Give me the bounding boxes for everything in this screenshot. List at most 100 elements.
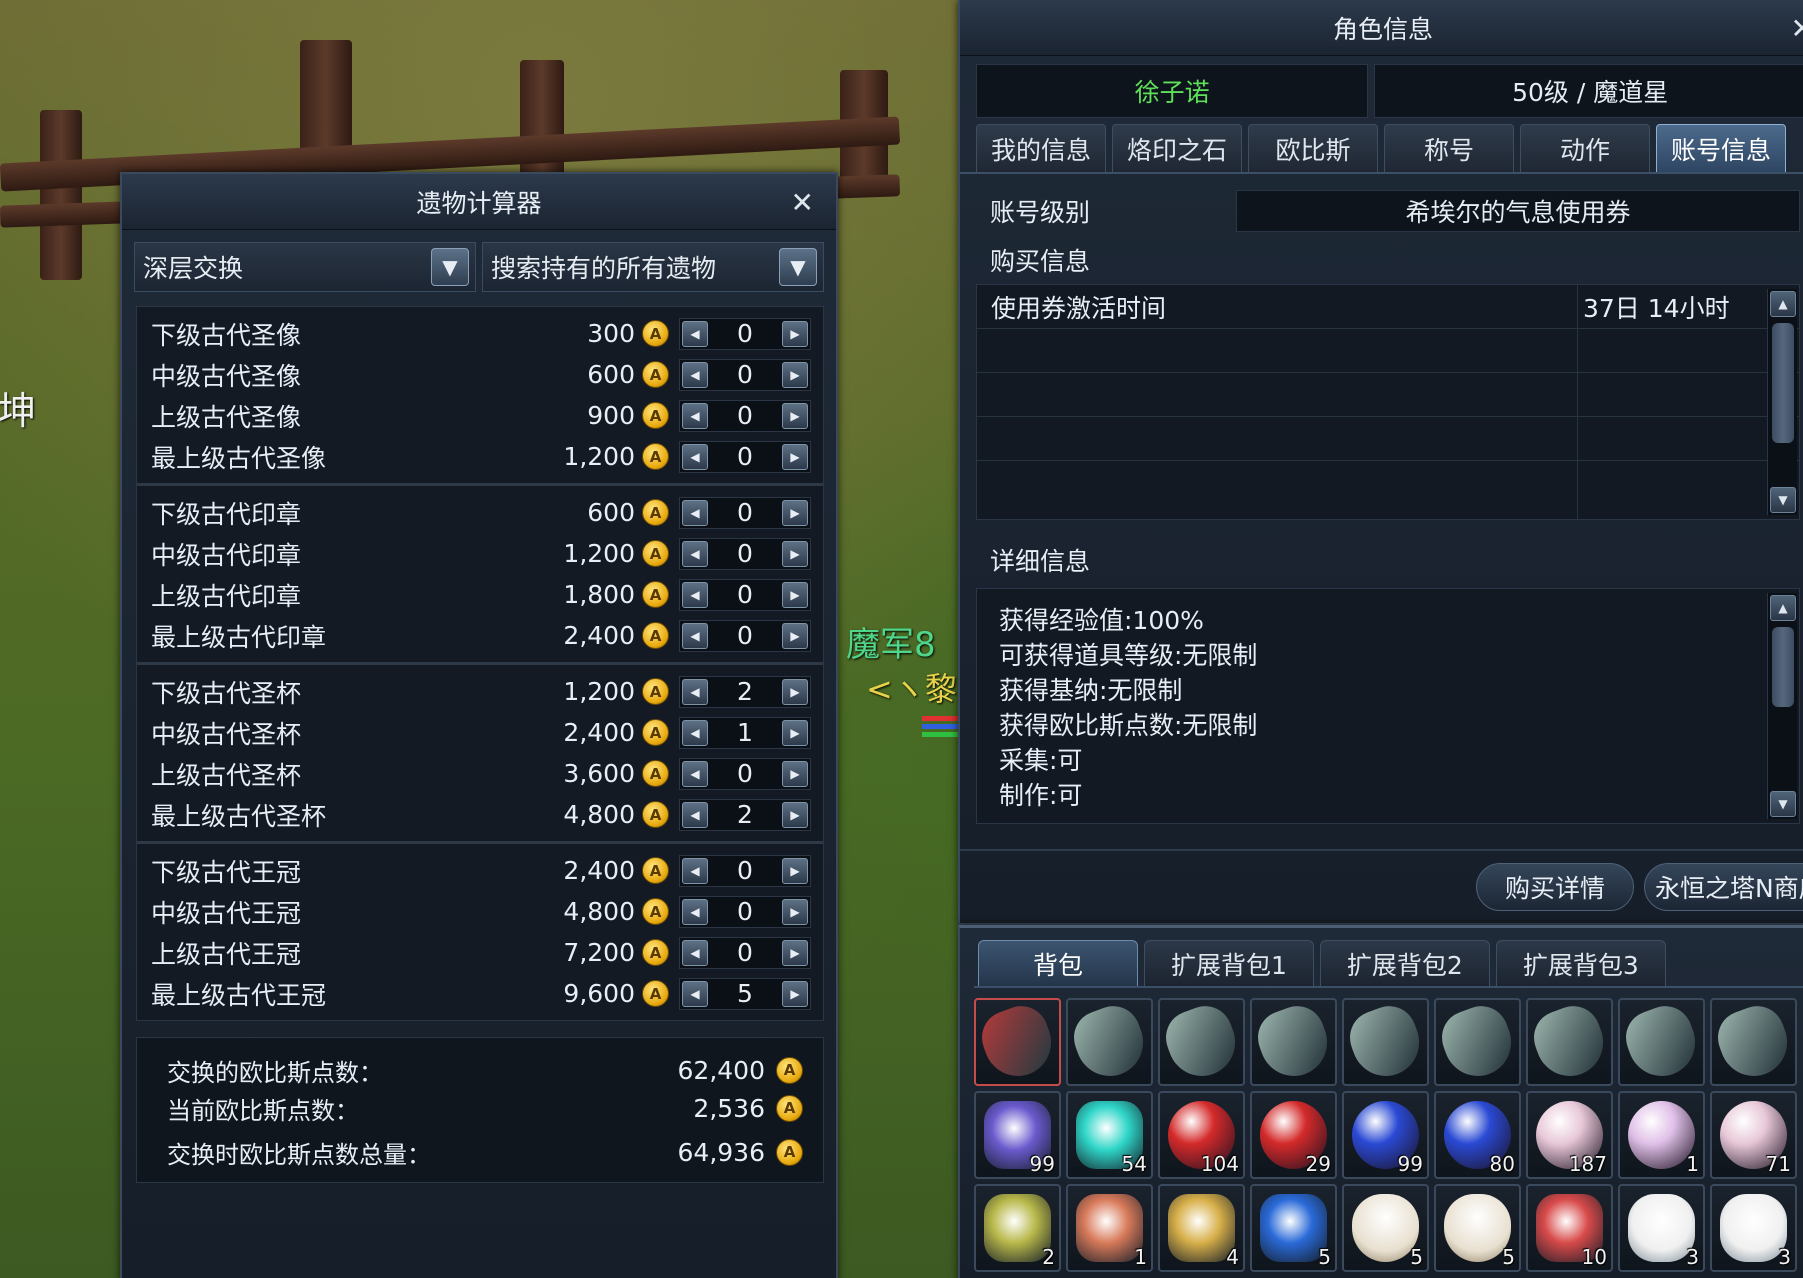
- arrow-left-icon[interactable]: ◀: [682, 540, 708, 567]
- arrow-right-icon[interactable]: ▶: [782, 678, 808, 705]
- inventory-slot[interactable]: 2: [974, 1184, 1061, 1272]
- tab-我的信息[interactable]: 我的信息: [976, 124, 1106, 172]
- polar-bear-icon[interactable]: [1720, 1194, 1787, 1262]
- chevron-down-icon[interactable]: ▼: [779, 248, 817, 286]
- quantity-stepper[interactable]: ◀ 0 ▶: [679, 895, 811, 928]
- tab-烙印之石[interactable]: 烙印之石: [1112, 124, 1242, 172]
- inventory-slot[interactable]: [1158, 998, 1245, 1086]
- arrow-left-icon[interactable]: ◀: [682, 801, 708, 828]
- arrow-left-icon[interactable]: ◀: [682, 678, 708, 705]
- character-info-titlebar[interactable]: 角色信息 ✕: [960, 0, 1803, 56]
- purchase-details-button[interactable]: 购买详情: [1475, 863, 1634, 911]
- inventory-tab-扩展背包1[interactable]: 扩展背包1: [1144, 940, 1314, 986]
- arrow-left-icon[interactable]: ◀: [682, 320, 708, 347]
- quantity-value[interactable]: 0: [710, 360, 780, 389]
- arrow-right-icon[interactable]: ▶: [782, 320, 808, 347]
- stigma-stone-icon[interactable]: [1068, 1000, 1151, 1084]
- rice-bowl-icon[interactable]: [1444, 1194, 1511, 1262]
- inventory-slot[interactable]: [1342, 998, 1429, 1086]
- relic-calculator-titlebar[interactable]: 遗物计算器 ✕: [122, 174, 836, 230]
- shop-button[interactable]: 永恒之塔N商店: [1644, 863, 1803, 911]
- inventory-slot[interactable]: [1250, 998, 1337, 1086]
- quantity-stepper[interactable]: ◀ 0 ▶: [679, 358, 811, 391]
- inventory-tab-扩展背包2[interactable]: 扩展背包2: [1319, 940, 1490, 986]
- quantity-stepper[interactable]: ◀ 2 ▶: [679, 798, 811, 831]
- stigma-stone-icon[interactable]: [1528, 1000, 1611, 1084]
- sushi-icon[interactable]: [1076, 1194, 1143, 1262]
- inventory-slot[interactable]: 10: [1526, 1184, 1613, 1272]
- quantity-stepper[interactable]: ◀ 0 ▶: [679, 440, 811, 473]
- quantity-value[interactable]: 2: [710, 800, 780, 829]
- inventory-slot[interactable]: 3: [1618, 1184, 1705, 1272]
- stigma-stone-icon[interactable]: [1160, 1000, 1243, 1084]
- rice-bowl-icon[interactable]: [1352, 1194, 1419, 1262]
- inventory-slot[interactable]: 104: [1158, 1091, 1245, 1179]
- quantity-value[interactable]: 2: [710, 677, 780, 706]
- quantity-stepper[interactable]: ◀ 0 ▶: [679, 936, 811, 969]
- inventory-tab-背包[interactable]: 背包: [978, 940, 1138, 986]
- quantity-value[interactable]: 0: [710, 319, 780, 348]
- stigma-stone-icon[interactable]: [1436, 1000, 1519, 1084]
- inventory-slot[interactable]: 80: [1434, 1091, 1521, 1179]
- golden-flask-icon[interactable]: [1168, 1194, 1235, 1262]
- arrow-left-icon[interactable]: ◀: [682, 760, 708, 787]
- quantity-stepper[interactable]: ◀ 0 ▶: [679, 496, 811, 529]
- quantity-value[interactable]: 0: [710, 759, 780, 788]
- arrow-right-icon[interactable]: ▶: [782, 540, 808, 567]
- quantity-stepper[interactable]: ◀ 2 ▶: [679, 675, 811, 708]
- relic-search-dropdown[interactable]: 搜索持有的所有遗物 ▼: [482, 242, 824, 292]
- arrow-right-icon[interactable]: ▶: [782, 719, 808, 746]
- tab-欧比斯[interactable]: 欧比斯: [1248, 124, 1378, 172]
- red-stigma-stone-icon[interactable]: [976, 1000, 1059, 1084]
- quantity-stepper[interactable]: ◀ 0 ▶: [679, 399, 811, 432]
- quantity-value[interactable]: 0: [710, 621, 780, 650]
- arrow-left-icon[interactable]: ◀: [682, 980, 708, 1007]
- quantity-stepper[interactable]: ◀ 5 ▶: [679, 977, 811, 1010]
- arrow-right-icon[interactable]: ▶: [782, 898, 808, 925]
- arrow-right-icon[interactable]: ▶: [782, 361, 808, 388]
- scroll-down-icon[interactable]: ▼: [1770, 791, 1796, 817]
- arrow-left-icon[interactable]: ◀: [682, 622, 708, 649]
- quantity-value[interactable]: 1: [710, 718, 780, 747]
- arrow-left-icon[interactable]: ◀: [682, 898, 708, 925]
- inventory-slot[interactable]: 3: [1710, 1184, 1797, 1272]
- close-icon[interactable]: ✕: [1791, 12, 1803, 45]
- stigma-stone-icon[interactable]: [1620, 1000, 1703, 1084]
- quantity-value[interactable]: 0: [710, 442, 780, 471]
- quantity-value[interactable]: 0: [710, 498, 780, 527]
- scroll-thumb[interactable]: [1772, 323, 1794, 443]
- inventory-slot[interactable]: 99: [1342, 1091, 1429, 1179]
- quantity-stepper[interactable]: ◀ 1 ▶: [679, 716, 811, 749]
- inventory-slot[interactable]: 4: [1158, 1184, 1245, 1272]
- inventory-slot[interactable]: [974, 998, 1061, 1086]
- inventory-slot[interactable]: [1618, 998, 1705, 1086]
- arrow-left-icon[interactable]: ◀: [682, 939, 708, 966]
- close-icon[interactable]: ✕: [791, 186, 814, 219]
- quantity-value[interactable]: 0: [710, 401, 780, 430]
- chevron-down-icon[interactable]: ▼: [431, 248, 469, 286]
- inventory-slot[interactable]: 5: [1342, 1184, 1429, 1272]
- quantity-stepper[interactable]: ◀ 0 ▶: [679, 578, 811, 611]
- purchase-scrollbar[interactable]: ▲ ▼: [1767, 289, 1797, 515]
- scroll-down-icon[interactable]: ▼: [1770, 487, 1796, 513]
- arrow-right-icon[interactable]: ▶: [782, 801, 808, 828]
- quantity-stepper[interactable]: ◀ 0 ▶: [679, 854, 811, 887]
- arrow-right-icon[interactable]: ▶: [782, 939, 808, 966]
- quantity-value[interactable]: 0: [710, 897, 780, 926]
- quantity-value[interactable]: 0: [710, 580, 780, 609]
- arrow-right-icon[interactable]: ▶: [782, 857, 808, 884]
- inventory-slot[interactable]: [1526, 998, 1613, 1086]
- arrow-left-icon[interactable]: ◀: [682, 402, 708, 429]
- arrow-right-icon[interactable]: ▶: [782, 980, 808, 1007]
- arrow-left-icon[interactable]: ◀: [682, 443, 708, 470]
- quantity-stepper[interactable]: ◀ 0 ▶: [679, 317, 811, 350]
- arrow-right-icon[interactable]: ▶: [782, 499, 808, 526]
- tab-账号信息[interactable]: 账号信息: [1656, 124, 1786, 172]
- scroll-up-icon[interactable]: ▲: [1770, 595, 1796, 621]
- herb-icon[interactable]: [984, 1194, 1051, 1262]
- arrow-left-icon[interactable]: ◀: [682, 361, 708, 388]
- blue-spirit-icon[interactable]: [1260, 1194, 1327, 1262]
- inventory-slot[interactable]: [1066, 998, 1153, 1086]
- arrow-right-icon[interactable]: ▶: [782, 581, 808, 608]
- arrow-left-icon[interactable]: ◀: [682, 857, 708, 884]
